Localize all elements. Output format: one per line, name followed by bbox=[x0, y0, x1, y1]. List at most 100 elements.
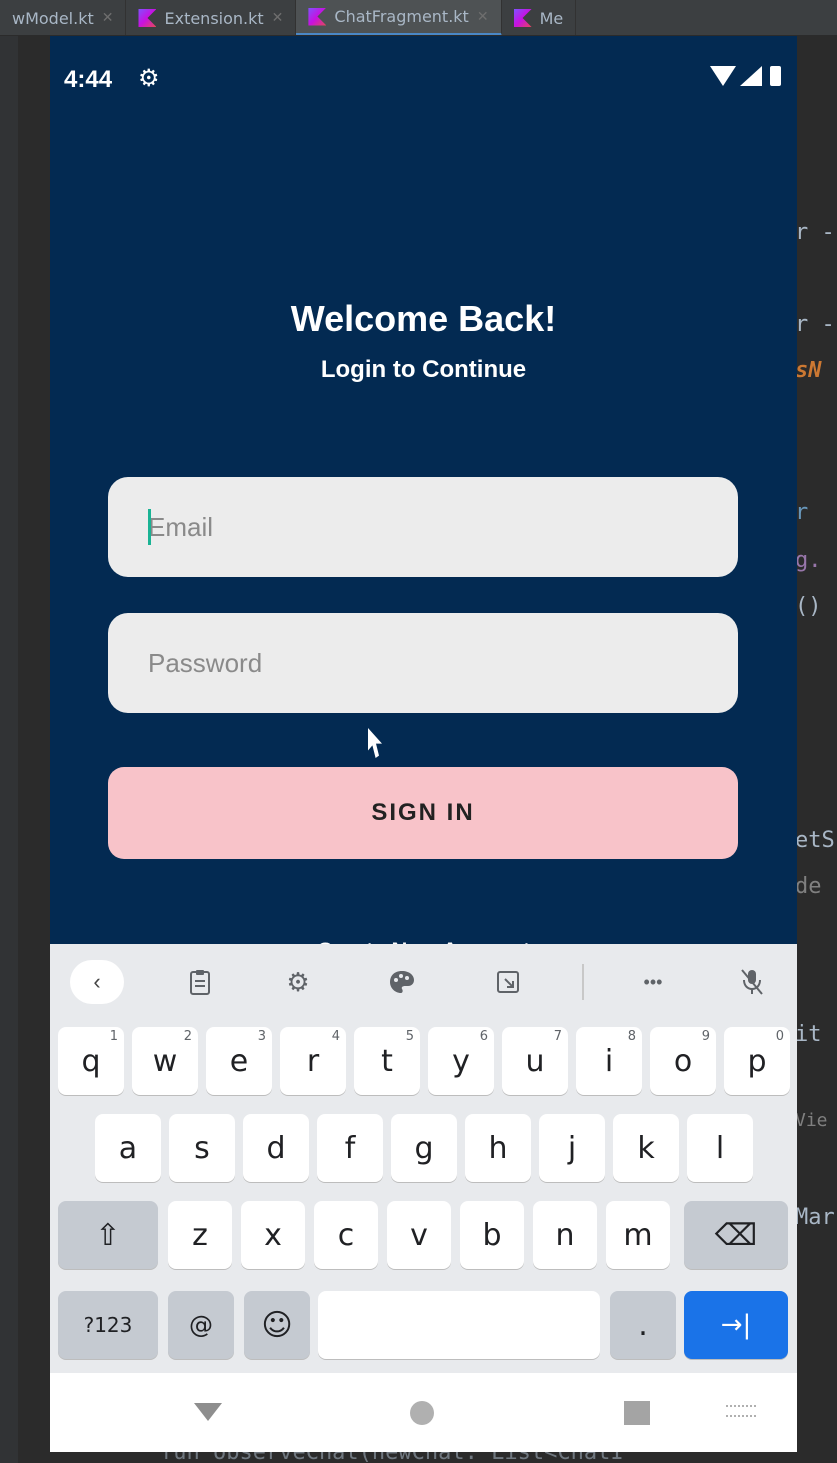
close-icon[interactable]: ✕ bbox=[477, 9, 489, 25]
key-m[interactable]: m bbox=[606, 1201, 670, 1269]
key-label: a bbox=[118, 1130, 138, 1166]
navigation-bar bbox=[50, 1373, 797, 1452]
email-field[interactable] bbox=[108, 477, 738, 577]
code-fragment: Vie bbox=[795, 1110, 828, 1131]
key-label: b bbox=[482, 1217, 502, 1253]
keyboard-switch-icon[interactable] bbox=[726, 1405, 756, 1417]
clipboard-icon[interactable] bbox=[178, 960, 222, 1004]
nav-recents-icon[interactable] bbox=[624, 1401, 650, 1425]
code-fragment: de bbox=[795, 874, 822, 899]
key-label: w bbox=[152, 1043, 178, 1079]
key-label: z bbox=[192, 1217, 208, 1253]
more-icon[interactable]: ••• bbox=[628, 960, 678, 1004]
password-field[interactable] bbox=[108, 613, 738, 713]
nav-home-icon[interactable] bbox=[410, 1401, 434, 1425]
close-icon[interactable]: ✕ bbox=[102, 10, 114, 26]
key-label: f bbox=[344, 1130, 356, 1166]
key-label: u bbox=[525, 1043, 545, 1079]
key-label: s bbox=[194, 1130, 210, 1166]
page-title: Welcome Back! bbox=[290, 298, 557, 339]
backspace-key[interactable]: ⌫ bbox=[684, 1201, 788, 1269]
symbols-key[interactable]: ?123 bbox=[58, 1291, 158, 1359]
key-i[interactable]: i8 bbox=[576, 1027, 642, 1095]
key-hint: 9 bbox=[701, 1029, 710, 1044]
sign-in-button[interactable]: SIGN IN bbox=[108, 767, 738, 859]
key-s[interactable]: s bbox=[169, 1114, 235, 1182]
key-label: e bbox=[229, 1043, 249, 1079]
battery-icon bbox=[770, 66, 781, 86]
ide-tab-label: wModel.kt bbox=[12, 8, 94, 28]
at-key[interactable]: @ bbox=[168, 1291, 234, 1359]
kotlin-file-icon bbox=[308, 7, 327, 26]
code-fragment: it bbox=[795, 1022, 822, 1047]
key-y[interactable]: y6 bbox=[428, 1027, 494, 1095]
period-key[interactable]: . bbox=[610, 1291, 676, 1359]
key-j[interactable]: j bbox=[539, 1114, 605, 1182]
back-icon[interactable]: ‹ bbox=[70, 960, 124, 1004]
toolbar-divider bbox=[582, 964, 584, 1000]
key-w[interactable]: w2 bbox=[132, 1027, 198, 1095]
code-fragment: Mar bbox=[795, 1205, 835, 1230]
screenshot-icon[interactable] bbox=[486, 960, 530, 1004]
key-label: x bbox=[264, 1217, 282, 1253]
key-hint: 7 bbox=[553, 1029, 562, 1044]
key-label: k bbox=[637, 1130, 655, 1166]
next-key[interactable]: →| bbox=[684, 1291, 788, 1359]
key-label: n bbox=[555, 1217, 575, 1253]
ide-tab-chatfragment[interactable]: ChatFragment.kt ✕ bbox=[296, 0, 502, 35]
key-q[interactable]: q1 bbox=[58, 1027, 124, 1095]
key-d[interactable]: d bbox=[243, 1114, 309, 1182]
ide-tab-viewmodel[interactable]: wModel.kt ✕ bbox=[0, 0, 127, 35]
mouse-cursor-icon bbox=[368, 728, 382, 758]
key-e[interactable]: e3 bbox=[206, 1027, 272, 1095]
settings-icon[interactable]: ⚙ bbox=[276, 960, 320, 1004]
ide-tab-label: Extension.kt bbox=[164, 8, 264, 28]
key-a[interactable]: a bbox=[95, 1114, 161, 1182]
key-k[interactable]: k bbox=[613, 1114, 679, 1182]
ide-tab-bar: wModel.kt ✕ Extension.kt ✕ ChatFragment.… bbox=[0, 0, 837, 36]
page-subtitle: Login to Continue bbox=[320, 356, 527, 383]
gear-icon: ⚙ bbox=[138, 65, 160, 92]
key-p[interactable]: p0 bbox=[724, 1027, 790, 1095]
key-hint: 3 bbox=[257, 1029, 266, 1044]
ide-tab-other[interactable]: Me bbox=[502, 0, 577, 35]
palette-icon[interactable] bbox=[380, 960, 424, 1004]
key-label: v bbox=[410, 1217, 428, 1253]
key-f[interactable]: f bbox=[317, 1114, 383, 1182]
key-h[interactable]: h bbox=[465, 1114, 531, 1182]
emulator-screen: 4:44 ⚙ Welcome Back! Login to Continue S… bbox=[50, 36, 797, 1452]
close-icon[interactable]: ✕ bbox=[272, 10, 284, 26]
emoji-key[interactable]: ☺ bbox=[244, 1291, 310, 1359]
key-b[interactable]: b bbox=[460, 1201, 524, 1269]
space-key[interactable] bbox=[318, 1291, 600, 1359]
key-label: l bbox=[715, 1130, 725, 1166]
key-label: q bbox=[81, 1043, 101, 1079]
key-z[interactable]: z bbox=[168, 1201, 232, 1269]
key-r[interactable]: r4 bbox=[280, 1027, 346, 1095]
key-o[interactable]: o9 bbox=[650, 1027, 716, 1095]
code-fragment: sN bbox=[795, 358, 822, 383]
ide-gutter bbox=[0, 36, 18, 1463]
wifi-icon bbox=[710, 66, 736, 86]
key-c[interactable]: c bbox=[314, 1201, 378, 1269]
key-hint: 5 bbox=[405, 1029, 414, 1044]
key-l[interactable]: l bbox=[687, 1114, 753, 1182]
key-x[interactable]: x bbox=[241, 1201, 305, 1269]
kotlin-file-icon bbox=[513, 9, 532, 27]
key-label: p bbox=[747, 1043, 767, 1079]
key-g[interactable]: g bbox=[391, 1114, 457, 1182]
ide-tab-extension[interactable]: Extension.kt ✕ bbox=[126, 0, 297, 35]
ide-tab-label: Me bbox=[539, 8, 564, 28]
nav-back-icon[interactable] bbox=[194, 1403, 222, 1421]
key-t[interactable]: t5 bbox=[354, 1027, 420, 1095]
key-v[interactable]: v bbox=[387, 1201, 451, 1269]
key-hint: 8 bbox=[627, 1029, 636, 1044]
code-fragment: g. bbox=[795, 548, 822, 573]
key-u[interactable]: u7 bbox=[502, 1027, 568, 1095]
key-label: t bbox=[381, 1043, 393, 1079]
mic-off-icon[interactable] bbox=[730, 960, 774, 1004]
shift-key[interactable]: ⇧ bbox=[58, 1201, 158, 1269]
key-n[interactable]: n bbox=[533, 1201, 597, 1269]
key-label: i bbox=[604, 1043, 614, 1079]
status-time: 4:44 bbox=[64, 66, 113, 93]
